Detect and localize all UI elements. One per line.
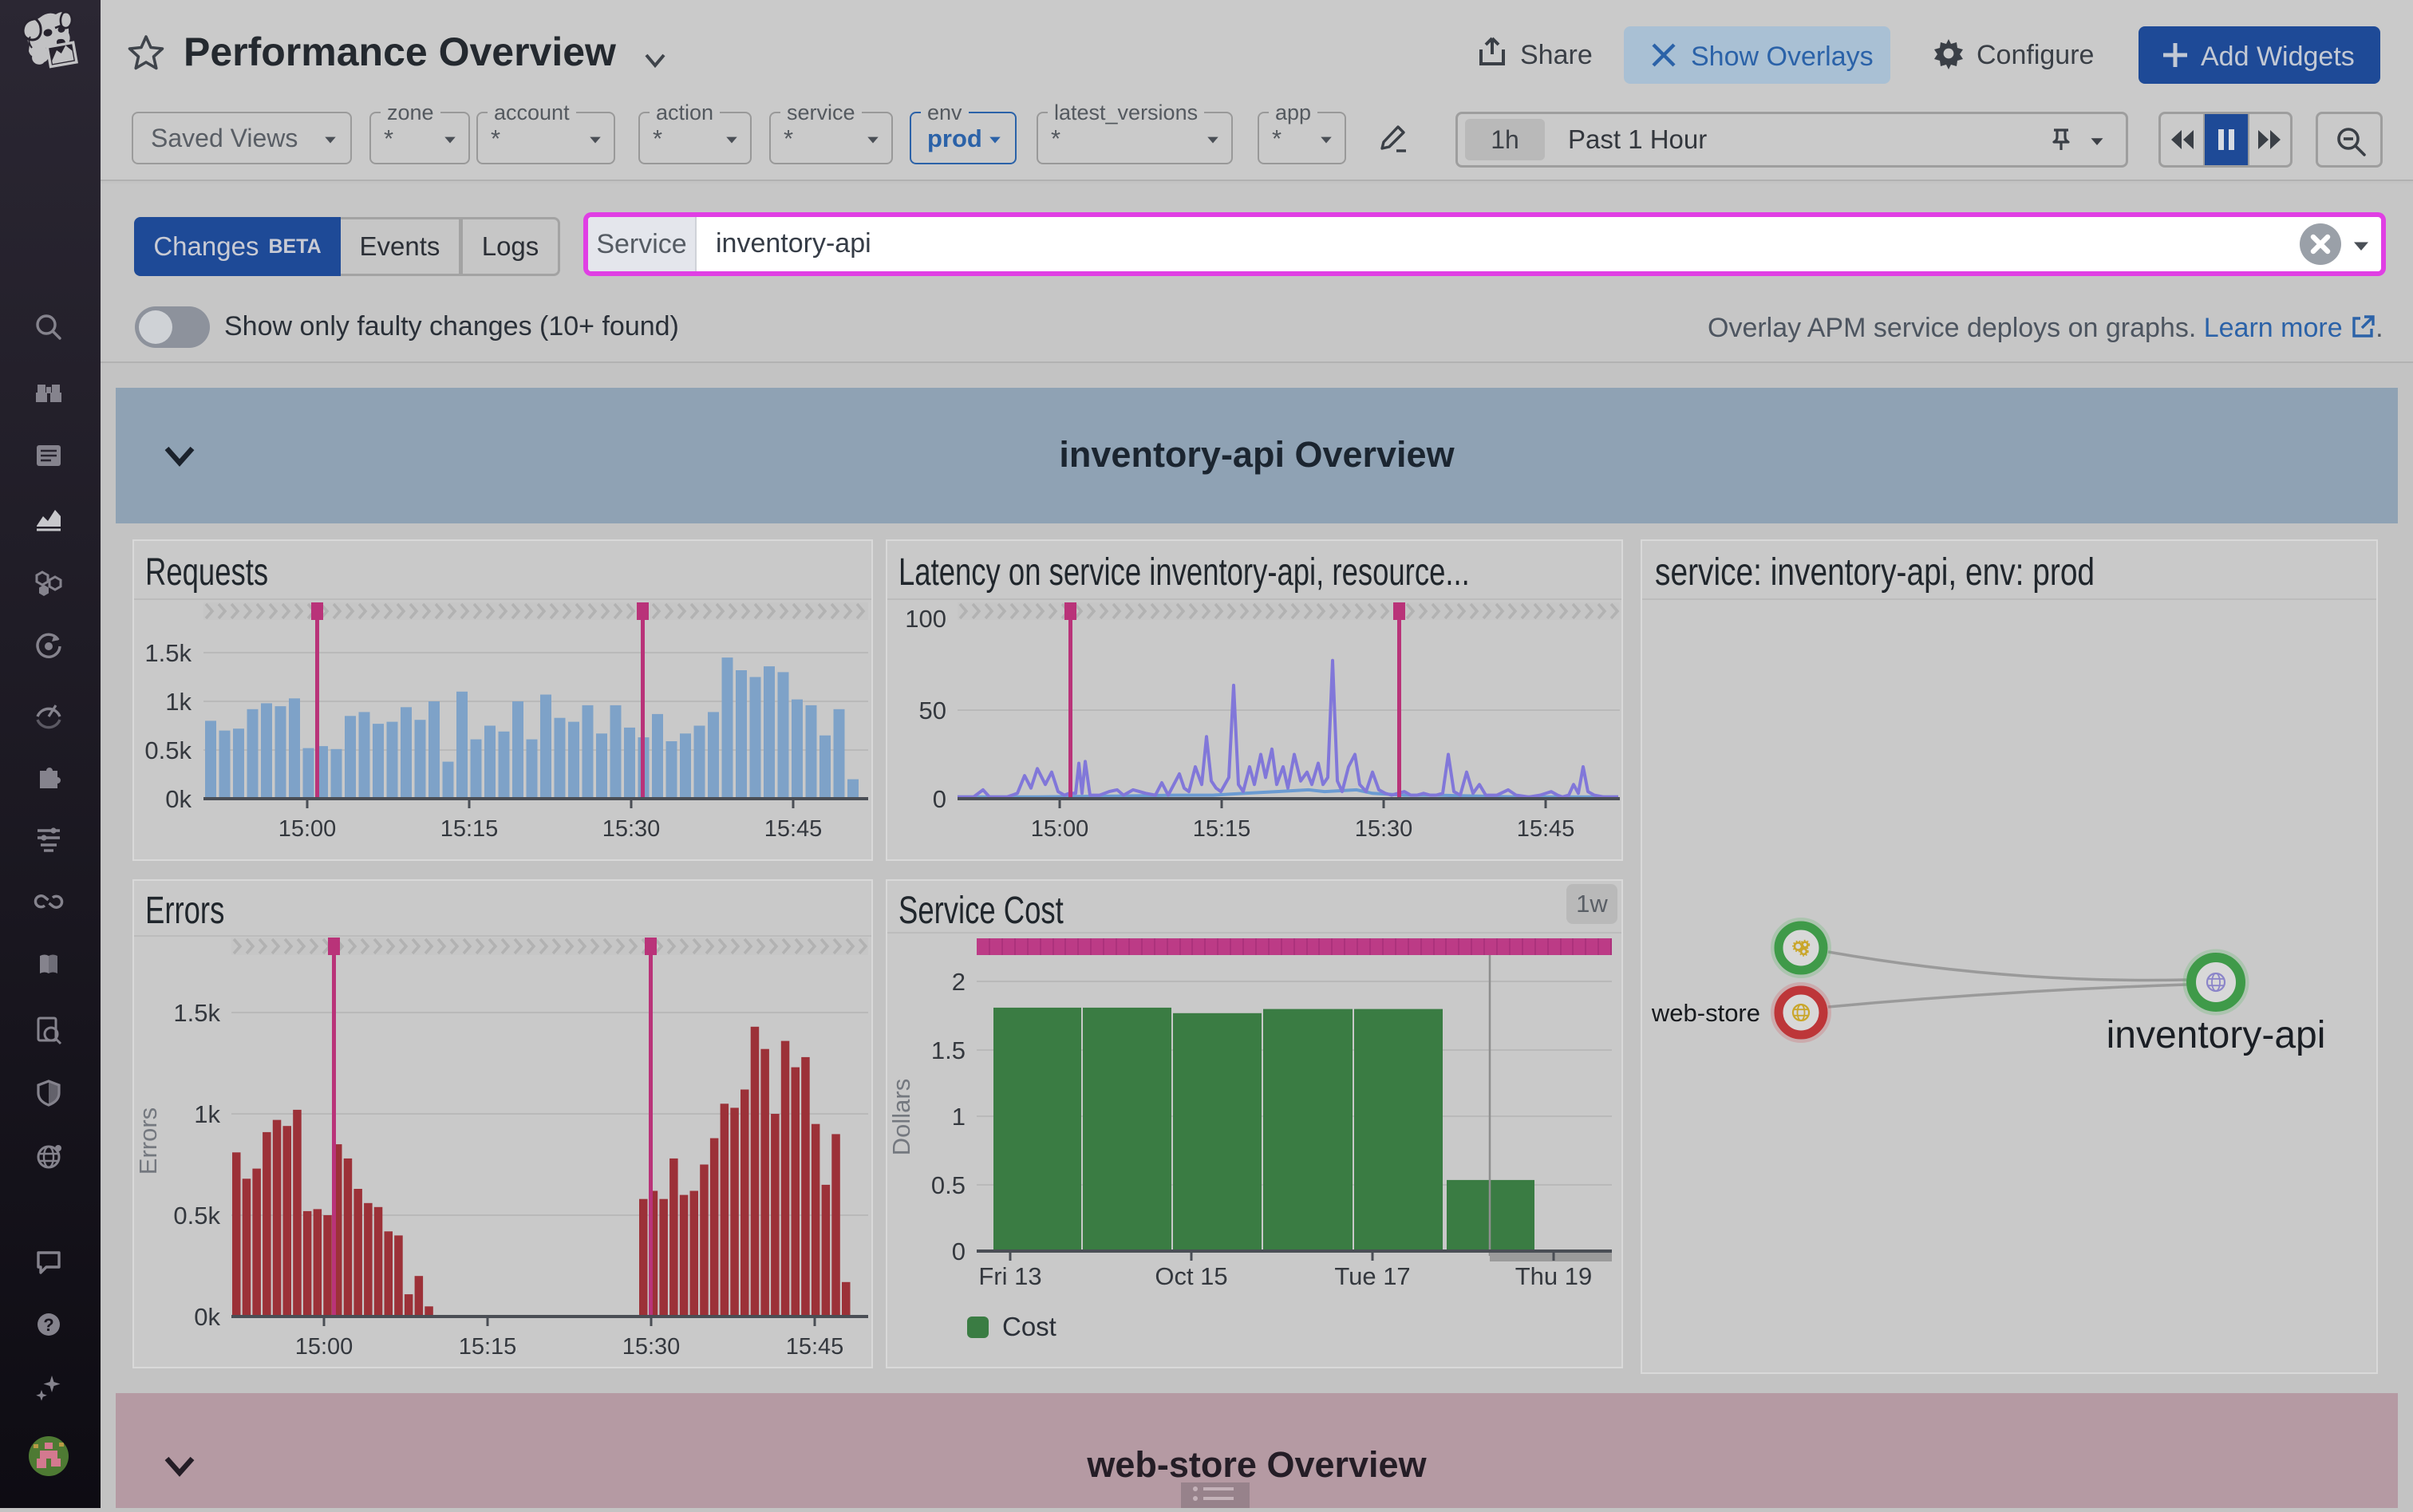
svg-text:15:30: 15:30	[602, 816, 661, 842]
svg-text:15:00: 15:00	[1031, 816, 1089, 842]
svg-text:Cost: Cost	[1002, 1312, 1056, 1341]
svg-text:0: 0	[933, 785, 946, 813]
svg-text:15:45: 15:45	[786, 1334, 844, 1360]
svg-text:0k: 0k	[194, 1303, 220, 1331]
svg-text:1: 1	[952, 1103, 966, 1131]
svg-text:15:30: 15:30	[1355, 816, 1413, 842]
svg-text:1k: 1k	[194, 1100, 220, 1128]
svg-text:1.5k: 1.5k	[173, 999, 220, 1027]
svg-text:0: 0	[952, 1238, 966, 1265]
svg-text:Errors: Errors	[134, 1107, 162, 1174]
svg-text:1.5: 1.5	[931, 1036, 966, 1064]
svg-text:15:00: 15:00	[278, 816, 337, 842]
svg-text:1.5k: 1.5k	[144, 639, 192, 667]
svg-text:15:15: 15:15	[1193, 816, 1251, 842]
svg-text:15:45: 15:45	[764, 816, 823, 842]
svg-text:Tue 17: Tue 17	[1334, 1262, 1410, 1290]
svg-text:1k: 1k	[165, 688, 192, 716]
svg-text:?: ?	[43, 1315, 53, 1335]
svg-text:15:30: 15:30	[622, 1334, 681, 1360]
svg-text:Oct 15: Oct 15	[1155, 1262, 1227, 1290]
svg-text:Dollars: Dollars	[887, 1079, 915, 1155]
svg-text:0.5k: 0.5k	[144, 736, 192, 764]
svg-text:15:15: 15:15	[459, 1334, 517, 1360]
svg-text:15:00: 15:00	[295, 1334, 353, 1360]
svg-text:0.5k: 0.5k	[173, 1202, 220, 1230]
svg-text:15:45: 15:45	[1517, 816, 1575, 842]
svg-text:inventory-api: inventory-api	[2107, 1014, 2326, 1056]
svg-text:0.5: 0.5	[931, 1171, 966, 1199]
svg-text:50: 50	[919, 697, 946, 724]
svg-text:0k: 0k	[165, 785, 192, 813]
svg-text:100: 100	[905, 605, 946, 633]
svg-text:2: 2	[952, 968, 966, 996]
svg-text:web-store: web-store	[1651, 999, 1760, 1027]
svg-text:15:15: 15:15	[440, 816, 499, 842]
svg-text:Thu 19: Thu 19	[1515, 1262, 1593, 1290]
svg-text:Fri 13: Fri 13	[978, 1262, 1041, 1290]
